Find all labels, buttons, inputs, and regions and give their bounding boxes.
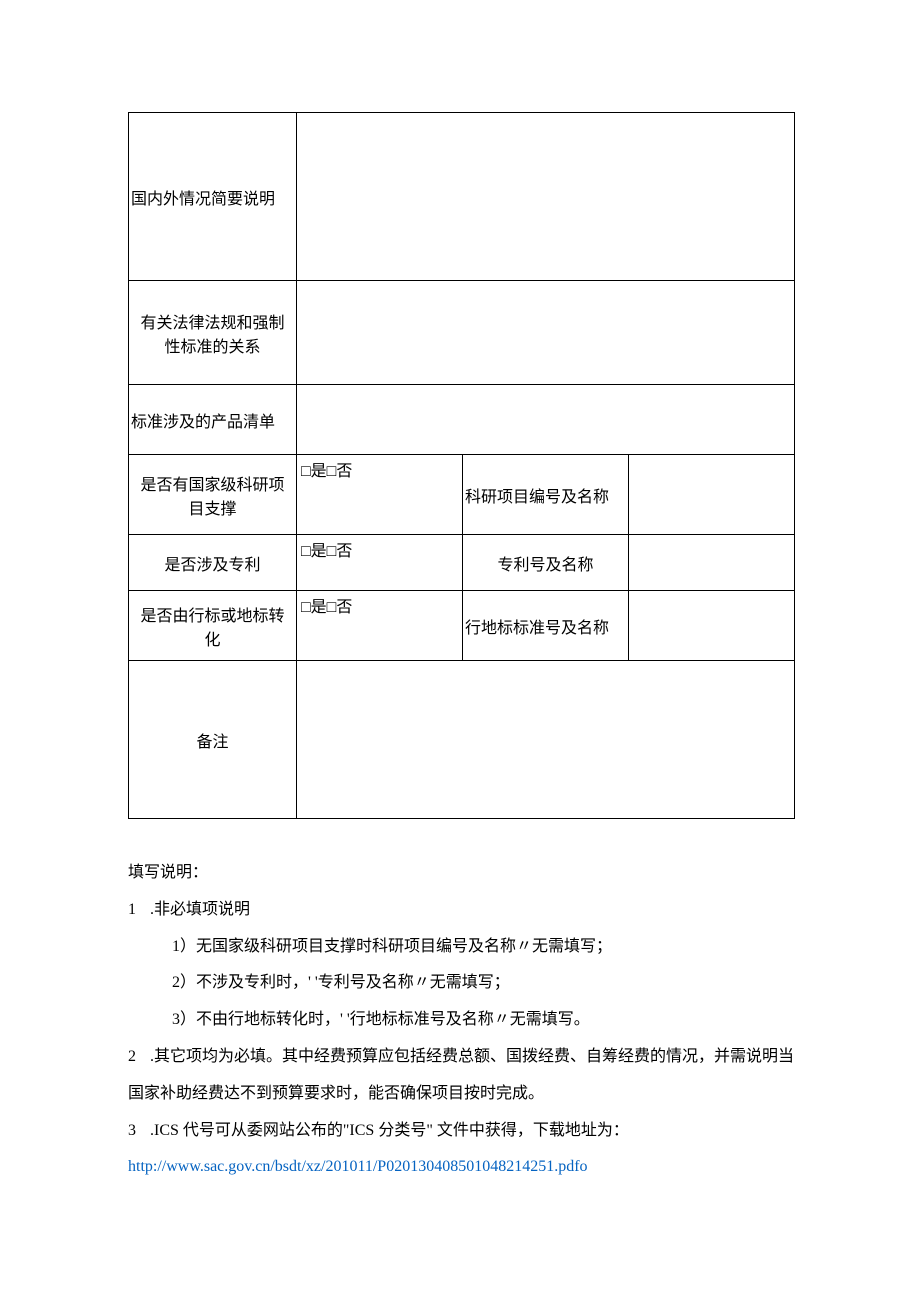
label-domestic-foreign: 国内外情况简要说明 <box>129 113 297 281</box>
value-patent-id-name <box>629 535 795 591</box>
label-remarks: 备注 <box>129 661 297 819</box>
instruction-item-3-link: http://www.sac.gov.cn/bsdt/xz/201011/P02… <box>128 1149 795 1186</box>
item2-text: .其它项均为必填。其中经费预算应包括经费总额、国拨经费、自筹经费的情况，并需说明… <box>150 1039 794 1076</box>
label-research-id-name: 科研项目编号及名称 <box>463 455 629 535</box>
value-standard-conversion-yesno: □是□否 <box>297 591 463 661</box>
instruction-item-2: 2 .其它项均为必填。其中经费预算应包括经费总额、国拨经费、自筹经费的情况，并需… <box>128 1039 795 1076</box>
label-standard-conversion: 是否由行标或地标转化 <box>129 591 297 661</box>
label-product-list: 标准涉及的产品清单 <box>129 385 297 455</box>
label-standard-id-name: 行地标标准号及名称 <box>463 591 629 661</box>
label-national-research: 是否有国家级科研项目支撑 <box>129 455 297 535</box>
instructions-heading: 填写说明： <box>128 855 795 892</box>
form-table: 国内外情况简要说明 有关法律法规和强制性标准的关系 标准涉及的产品清单 是否有国… <box>128 112 795 819</box>
value-research-id-name <box>629 455 795 535</box>
item2-number: 2 <box>128 1039 150 1076</box>
value-patent-yesno: □是□否 <box>297 535 463 591</box>
instruction-item-3: 3 .ICS 代号可从委网站公布的"ICS 分类号" 文件中获得，下载地址为： <box>128 1113 795 1150</box>
item1-number: 1 <box>128 892 150 929</box>
value-legal-relation <box>297 281 795 385</box>
item1-text: .非必填项说明 <box>150 892 250 929</box>
instruction-item-2-cont: 国家补助经费达不到预算要求时，能否确保项目按时完成。 <box>128 1076 795 1113</box>
item3-text: .ICS 代号可从委网站公布的"ICS 分类号" 文件中获得，下载地址为： <box>150 1113 629 1150</box>
value-product-list <box>297 385 795 455</box>
value-standard-id-name <box>629 591 795 661</box>
value-national-research-yesno: □是□否 <box>297 455 463 535</box>
value-domestic-foreign <box>297 113 795 281</box>
item3-number: 3 <box>128 1113 150 1150</box>
instruction-item-1-sub3: 3）不由行地标转化时，' '行地标标准号及名称〃无需填写。 <box>128 1002 795 1039</box>
instructions-block: 填写说明： 1 .非必填项说明 1）无国家级科研项目支撑时科研项目编号及名称〃无… <box>128 855 795 1186</box>
label-patent-id-name: 专利号及名称 <box>463 535 629 591</box>
instruction-item-1-sub2: 2）不涉及专利时，' '专利号及名称〃无需填写； <box>128 965 795 1002</box>
value-remarks <box>297 661 795 819</box>
instruction-item-1: 1 .非必填项说明 <box>128 892 795 929</box>
label-legal-relation: 有关法律法规和强制性标准的关系 <box>129 281 297 385</box>
download-link[interactable]: http://www.sac.gov.cn/bsdt/xz/201011/P02… <box>128 1158 588 1175</box>
instruction-item-1-sub1: 1）无国家级科研项目支撑时科研项目编号及名称〃无需填写； <box>128 929 795 966</box>
label-patent: 是否涉及专利 <box>129 535 297 591</box>
